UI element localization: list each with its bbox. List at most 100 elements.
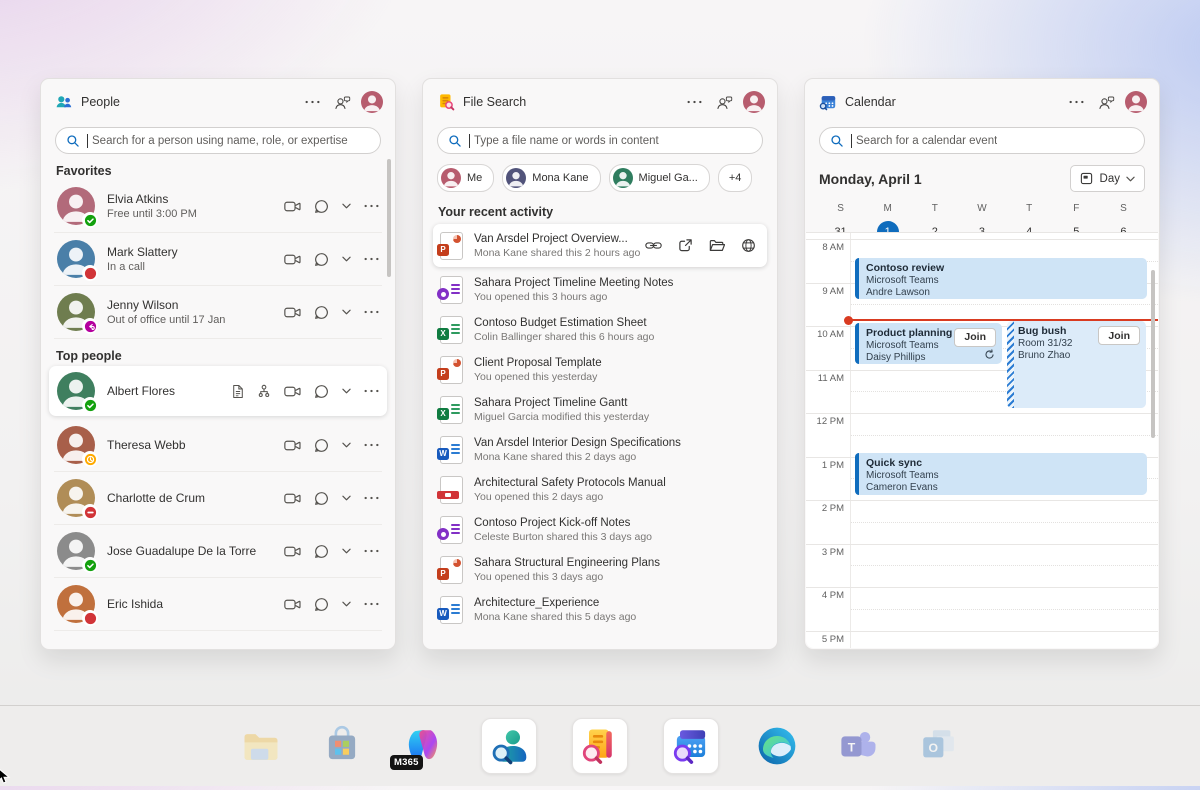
teams-icon[interactable]: T bbox=[835, 723, 881, 769]
person-row[interactable]: Jenny WilsonOut of office until 17 Jan bbox=[54, 286, 382, 339]
open-folder-icon[interactable] bbox=[709, 238, 725, 253]
chat-icon[interactable] bbox=[314, 438, 329, 453]
feedback-icon[interactable] bbox=[713, 93, 735, 111]
people-search-app-icon[interactable] bbox=[481, 718, 537, 774]
more-options-icon[interactable] bbox=[364, 496, 379, 500]
file-search-input[interactable]: Type a file name or words in content bbox=[437, 127, 763, 154]
recent-files-list: PVan Arsdel Project Overview...Mona Kane… bbox=[423, 224, 777, 630]
copy-link-icon[interactable] bbox=[645, 238, 662, 253]
person-row[interactable]: Jose Guadalupe De la Torre bbox=[54, 525, 382, 578]
feedback-icon[interactable] bbox=[331, 93, 353, 111]
chevron-down-icon[interactable] bbox=[342, 388, 351, 394]
more-options-icon[interactable] bbox=[364, 443, 379, 447]
calendar-event[interactable]: Bug bushRoom 31/32Bruno ZhaoJoin bbox=[1007, 321, 1146, 408]
chat-icon[interactable] bbox=[314, 384, 329, 399]
more-options-icon[interactable] bbox=[364, 602, 379, 606]
chevron-down-icon[interactable] bbox=[342, 601, 351, 607]
account-avatar[interactable] bbox=[361, 91, 383, 113]
chat-icon[interactable] bbox=[314, 544, 329, 559]
person-row[interactable]: Mark SlatteryIn a call bbox=[54, 233, 382, 286]
account-avatar[interactable] bbox=[743, 91, 765, 113]
people-search-input[interactable]: Search for a person using name, role, or… bbox=[55, 127, 381, 154]
more-options-icon[interactable] bbox=[1065, 93, 1087, 111]
person-row[interactable]: Theresa Webb bbox=[54, 419, 382, 472]
chevron-down-icon[interactable] bbox=[342, 256, 351, 262]
file-explorer-icon[interactable] bbox=[238, 723, 284, 769]
video-call-icon[interactable] bbox=[284, 598, 301, 611]
calendar-event[interactable]: Contoso reviewMicrosoft TeamsAndre Lawso… bbox=[855, 258, 1147, 299]
chat-icon[interactable] bbox=[314, 305, 329, 320]
people-scrollbar[interactable] bbox=[387, 159, 391, 277]
person-filter-chip[interactable]: +4 bbox=[718, 164, 753, 192]
calendar-scrollbar[interactable] bbox=[1151, 270, 1155, 438]
file-search-app-icon[interactable] bbox=[572, 718, 628, 774]
chevron-down-icon[interactable] bbox=[342, 442, 351, 448]
event-location: Microsoft Teams bbox=[866, 470, 1141, 481]
calendar-event[interactable]: Product planningMicrosoft TeamsDaisy Phi… bbox=[855, 323, 1002, 364]
person-filter-chip[interactable]: Me bbox=[437, 164, 494, 192]
hour-label: 9 AM bbox=[806, 286, 844, 297]
calendar-event[interactable]: Quick syncMicrosoft TeamsCameron Evans bbox=[855, 453, 1147, 495]
file-row[interactable]: Architectural Safety Protocols ManualYou… bbox=[433, 470, 767, 510]
file-row[interactable]: WArchitecture_ExperienceMona Kane shared… bbox=[433, 590, 767, 630]
video-call-icon[interactable] bbox=[284, 439, 301, 452]
microsoft-store-icon[interactable] bbox=[319, 723, 365, 769]
share-icon[interactable] bbox=[678, 238, 693, 253]
file-row[interactable]: XContoso Budget Estimation SheetColin Ba… bbox=[433, 310, 767, 350]
file-row[interactable]: XSahara Project Timeline GanttMiguel Gar… bbox=[433, 390, 767, 430]
edge-icon[interactable] bbox=[754, 723, 800, 769]
person-filter-chip[interactable]: Mona Kane bbox=[502, 164, 600, 192]
video-call-icon[interactable] bbox=[284, 253, 301, 266]
account-avatar[interactable] bbox=[1125, 91, 1147, 113]
join-button[interactable]: Join bbox=[1098, 326, 1140, 345]
chevron-down-icon[interactable] bbox=[342, 548, 351, 554]
more-options-icon[interactable] bbox=[364, 389, 379, 393]
chat-icon[interactable] bbox=[314, 491, 329, 506]
video-call-icon[interactable] bbox=[284, 385, 301, 398]
contact-actions bbox=[284, 252, 379, 267]
calendar-search-input[interactable]: Search for a calendar event bbox=[819, 127, 1145, 154]
event-organizer: Daisy Phillips bbox=[866, 352, 996, 363]
document-icon[interactable] bbox=[232, 384, 244, 399]
chat-icon[interactable] bbox=[314, 252, 329, 267]
open-in-browser-icon[interactable] bbox=[741, 238, 756, 253]
contact-status: Out of office until 17 Jan bbox=[107, 314, 225, 326]
more-options-icon[interactable] bbox=[364, 204, 379, 208]
chat-icon[interactable] bbox=[314, 597, 329, 612]
feedback-icon[interactable] bbox=[1095, 93, 1117, 111]
view-selector-button[interactable]: Day bbox=[1070, 165, 1145, 192]
person-row[interactable]: Elvia AtkinsFree until 3:00 PM bbox=[54, 180, 382, 233]
video-call-icon[interactable] bbox=[284, 200, 301, 213]
person-filter-chip[interactable]: Miguel Ga... bbox=[609, 164, 710, 192]
video-call-icon[interactable] bbox=[284, 306, 301, 319]
org-chart-icon[interactable] bbox=[257, 384, 271, 398]
m365-copilot-icon[interactable]: M365 bbox=[400, 723, 446, 769]
join-button[interactable]: Join bbox=[954, 328, 996, 347]
chevron-down-icon[interactable] bbox=[342, 203, 351, 209]
contact-name: Theresa Webb bbox=[107, 438, 186, 452]
more-options-icon[interactable] bbox=[364, 257, 379, 261]
more-options-icon[interactable] bbox=[364, 310, 379, 314]
file-info: Architectural Safety Protocols ManualYou… bbox=[474, 477, 666, 503]
more-options-icon[interactable] bbox=[364, 549, 379, 553]
file-row[interactable]: PSahara Structural Engineering PlansYou … bbox=[433, 550, 767, 590]
chevron-down-icon[interactable] bbox=[342, 309, 351, 315]
file-row[interactable]: Sahara Project Timeline Meeting NotesYou… bbox=[433, 270, 767, 310]
person-row[interactable]: Albert Flores bbox=[49, 366, 387, 416]
file-row[interactable]: PVan Arsdel Project Overview...Mona Kane… bbox=[433, 224, 767, 267]
file-type-icon-pdf bbox=[440, 476, 463, 504]
more-options-icon[interactable] bbox=[683, 93, 705, 111]
video-call-icon[interactable] bbox=[284, 545, 301, 558]
chat-icon[interactable] bbox=[314, 199, 329, 214]
file-row[interactable]: Contoso Project Kick-off NotesCeleste Bu… bbox=[433, 510, 767, 550]
person-row[interactable]: Charlotte de Crum bbox=[54, 472, 382, 525]
more-options-icon[interactable] bbox=[301, 93, 323, 111]
chevron-down-icon[interactable] bbox=[342, 495, 351, 501]
video-call-icon[interactable] bbox=[284, 492, 301, 505]
calendar-search-app-icon[interactable] bbox=[663, 718, 719, 774]
person-row[interactable]: Eric Ishida bbox=[54, 578, 382, 631]
outlook-icon[interactable]: O bbox=[916, 723, 962, 769]
file-row[interactable]: PClient Proposal TemplateYou opened this… bbox=[433, 350, 767, 390]
file-row[interactable]: WVan Arsdel Interior Design Specificatio… bbox=[433, 430, 767, 470]
section-label: Top people bbox=[54, 349, 382, 363]
